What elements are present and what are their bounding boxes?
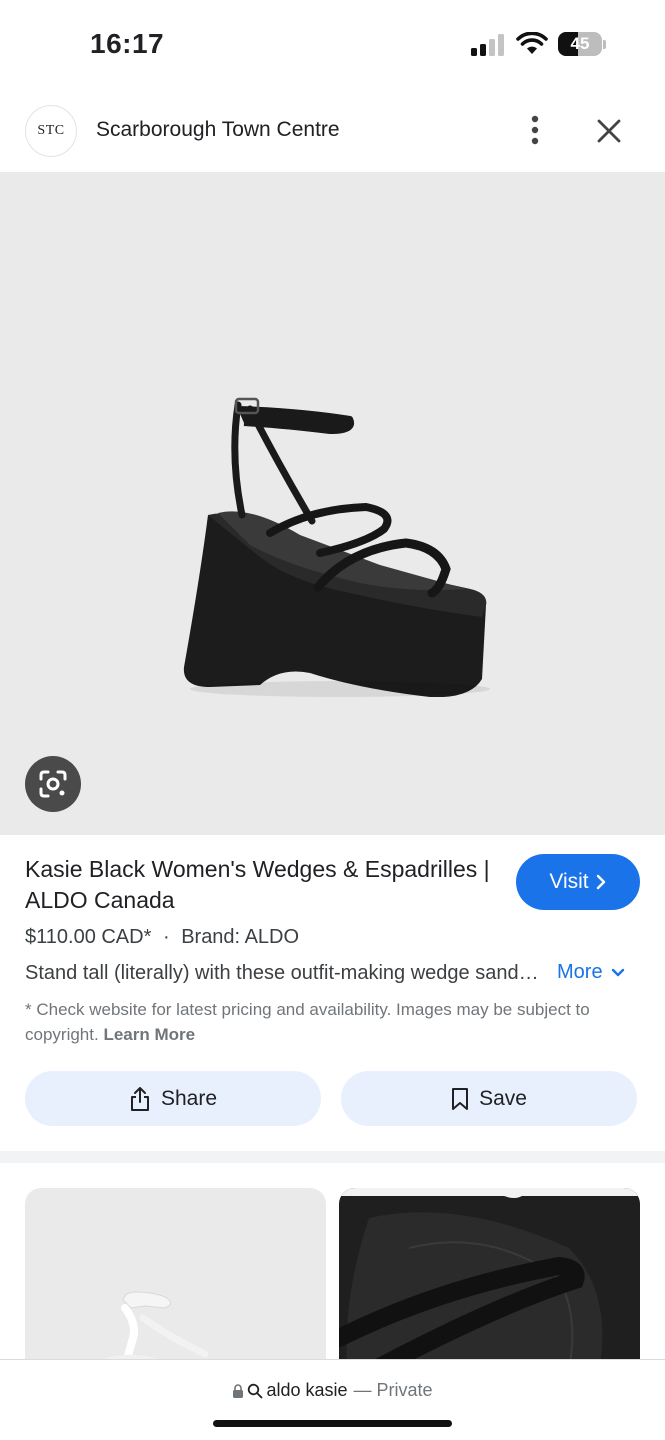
- disclaimer: * Check website for latest pricing and a…: [25, 997, 637, 1047]
- share-label: Share: [160, 1086, 218, 1110]
- section-divider: [0, 1151, 665, 1163]
- share-icon: [130, 1086, 149, 1111]
- battery-icon: 45: [558, 32, 606, 58]
- cellular-signal-icon: [471, 34, 504, 56]
- visit-button[interactable]: Visit: [516, 854, 640, 910]
- save-button[interactable]: Save: [341, 1071, 637, 1126]
- product-description: Stand tall (literally) with these outfit…: [25, 962, 540, 984]
- price: $110.00 CAD*: [25, 926, 152, 948]
- wifi-icon: [516, 32, 548, 54]
- lock-icon: [233, 1383, 244, 1398]
- site-logo[interactable]: STC: [25, 105, 77, 157]
- price-separator: ·: [162, 926, 170, 948]
- wedge-sandal-image: [183, 397, 490, 697]
- url-row[interactable]: aldo kasie — Private: [0, 1380, 665, 1401]
- more-button[interactable]: More: [557, 961, 625, 984]
- search-query: aldo kasie: [266, 1380, 348, 1400]
- brand: Brand: ALDO: [181, 926, 300, 948]
- chevron-right-icon: [596, 874, 605, 890]
- more-vert-icon[interactable]: [520, 112, 550, 148]
- google-lens-button[interactable]: [25, 756, 81, 812]
- black-sandal-closeup-thumbnail: [339, 1188, 640, 1388]
- home-indicator[interactable]: [213, 1420, 452, 1427]
- save-label: Save: [479, 1086, 527, 1110]
- battery-level: 45: [570, 34, 590, 53]
- related-result-card[interactable]: [25, 1188, 326, 1388]
- site-name[interactable]: Scarborough Town Centre: [96, 118, 340, 142]
- product-image[interactable]: [0, 172, 665, 835]
- white-sandal-thumbnail: [95, 1291, 209, 1388]
- share-button[interactable]: Share: [25, 1071, 321, 1126]
- status-time: 16:17: [90, 28, 165, 59]
- bookmark-icon: [452, 1087, 469, 1110]
- search-icon: [248, 1383, 263, 1398]
- close-icon[interactable]: [592, 114, 626, 148]
- visit-label: Visit: [549, 870, 589, 893]
- site-logo-text: STC: [37, 123, 65, 138]
- private-mode-label: — Private: [353, 1380, 433, 1400]
- chevron-down-icon: [611, 968, 624, 976]
- status-bar: 16:17 45: [0, 0, 665, 90]
- product-title[interactable]: Kasie Black Women's Wedges & Espadrilles…: [25, 854, 495, 916]
- bottom-url-bar[interactable]: aldo kasie — Private: [0, 1359, 665, 1440]
- learn-more-link[interactable]: Learn More: [103, 1025, 195, 1044]
- google-lens-icon: [39, 770, 67, 798]
- price-row: $110.00 CAD* · Brand: ALDO: [25, 926, 299, 949]
- site-header: STC Scarborough Town Centre: [0, 90, 665, 172]
- more-label: More: [557, 961, 603, 983]
- related-result-card[interactable]: [339, 1188, 640, 1388]
